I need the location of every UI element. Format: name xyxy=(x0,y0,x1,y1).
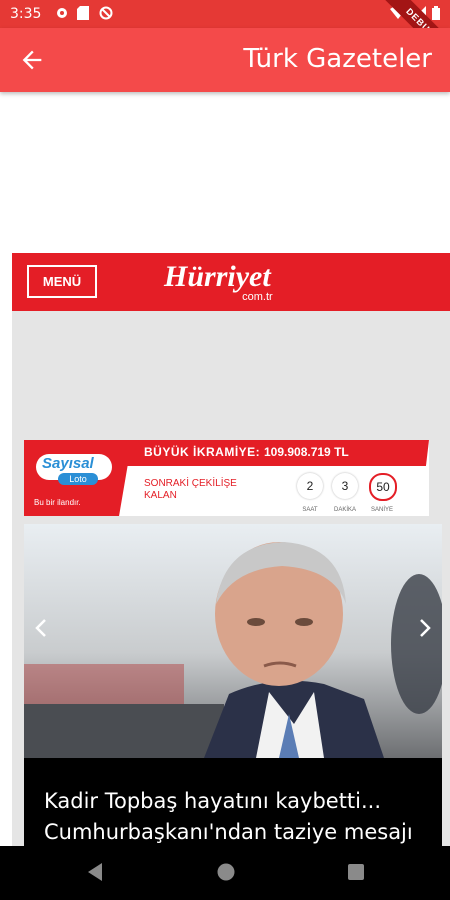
lottery-ad-banner[interactable]: Sayısal Loto Bu bir ilandır. BÜYÜK İKRAM… xyxy=(24,440,429,516)
app-bar: Türk Gazeteler xyxy=(0,28,450,92)
countdown-seconds: 50 xyxy=(369,473,397,501)
arrow-back-icon xyxy=(22,50,42,70)
lotto-logo-sub: Loto xyxy=(58,473,98,485)
jackpot-value: 109.908.719 TL xyxy=(264,445,349,459)
jackpot-label: BÜYÜK İKRAMİYE: xyxy=(144,445,261,459)
site-header: MENÜ Hürriyet com.tr xyxy=(12,253,450,311)
news-slider[interactable]: Kadir Topbaş hayatını kaybetti... Cumhur… xyxy=(24,524,442,846)
site-logo[interactable]: Hürriyet com.tr xyxy=(164,260,273,304)
home-circle-icon[interactable] xyxy=(215,861,237,883)
ad-note: Bu bir ilandır. xyxy=(34,498,81,507)
back-triangle-icon[interactable] xyxy=(86,861,104,883)
countdown-minutes: 3 xyxy=(332,473,358,499)
system-nav-bar xyxy=(0,846,450,900)
lotto-badge: Sayısal Loto Bu bir ilandır. xyxy=(24,440,132,516)
status-time: 3:35 xyxy=(10,6,42,22)
status-bar: 3:35 DEBUG xyxy=(0,0,450,69)
lotto-logo-text: Sayısal xyxy=(42,455,94,472)
webview[interactable]: MENÜ Hürriyet com.tr Sayısal Loto Bu bir… xyxy=(12,253,450,846)
countdown-hours: 2 xyxy=(297,473,323,499)
news-headline[interactable]: Kadir Topbaş hayatını kaybetti... Cumhur… xyxy=(44,786,436,846)
site-logo-sub: com.tr xyxy=(242,291,273,303)
circle-slash-icon xyxy=(99,6,113,20)
countdown-hours-unit: SAAT xyxy=(302,507,318,513)
app-title: Türk Gazeteler xyxy=(243,44,432,74)
slider-prev-icon[interactable] xyxy=(30,616,54,640)
gear-icon xyxy=(55,6,69,20)
menu-button[interactable]: MENÜ xyxy=(27,265,97,298)
recents-square-icon[interactable] xyxy=(346,861,366,883)
countdown-minutes-unit: DAKİKA xyxy=(333,507,356,513)
news-photo[interactable] xyxy=(24,524,442,758)
site-logo-text: Hürriyet xyxy=(164,260,271,293)
draw-countdown-label: SONRAKİ ÇEKİLİŞE KALAN xyxy=(144,478,237,501)
back-button[interactable] xyxy=(18,46,46,74)
countdown-seconds-unit: SANİYE xyxy=(370,507,393,513)
slider-next-icon[interactable] xyxy=(412,616,436,640)
sd-card-icon xyxy=(77,6,91,20)
